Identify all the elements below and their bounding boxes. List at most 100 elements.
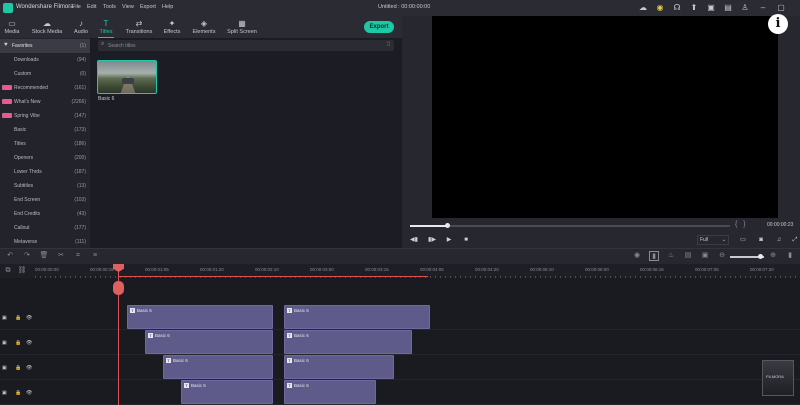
preview-quality-select[interactable]: Full ⌄	[697, 235, 729, 245]
sidebar-item-favorites[interactable]: ♥ Favorites (1)	[0, 39, 90, 53]
tab-stock-media[interactable]: ☁ Stock Media	[30, 16, 64, 38]
redo-icon[interactable]: ↷	[22, 251, 32, 261]
play-icon[interactable]: ▶	[445, 236, 453, 244]
share-icon[interactable]: ⬆	[689, 3, 699, 13]
tab-transitions[interactable]: ⇄ Transitions	[124, 16, 154, 38]
title-clip[interactable]: T Basic 6	[284, 355, 394, 379]
lock-icon[interactable]: 🔒	[15, 390, 21, 396]
minimize-icon[interactable]: –	[758, 3, 768, 13]
sidebar-item-basic[interactable]: Basic (173)	[0, 123, 90, 137]
sidebar-item-metaverse[interactable]: Metaverse (111)	[0, 235, 90, 249]
maximize-icon[interactable]: ▢	[776, 3, 786, 13]
eye-icon[interactable]: 👁	[26, 340, 32, 346]
undo-icon[interactable]: ↶	[5, 251, 15, 261]
lock-icon[interactable]: 🔒	[15, 340, 21, 346]
save-icon[interactable]: ▣	[706, 3, 716, 13]
sidebar-item-label: Custom	[14, 71, 32, 77]
notification-icon[interactable]: ▤	[723, 3, 733, 13]
eye-icon[interactable]: 👁	[26, 390, 32, 396]
fullscreen-icon[interactable]: ⤢	[791, 236, 799, 244]
sidebar-item-recommended[interactable]: Recommended (161)	[0, 81, 90, 95]
delete-icon[interactable]: 🗑	[39, 251, 49, 261]
menu-edit[interactable]: Edit	[87, 4, 96, 10]
ruler-tick-label: 00:00:03:15	[365, 267, 389, 272]
clip-label: T Basic 6	[287, 308, 309, 314]
user-icon[interactable]: ♙	[740, 3, 750, 13]
text-t-icon: T	[148, 333, 153, 339]
headset-icon[interactable]: ☊	[672, 3, 682, 13]
adjust-icon[interactable]: ≡	[90, 251, 100, 261]
previous-frame-icon[interactable]: ◀▮	[410, 236, 418, 244]
clip-label-text: Basic 6	[294, 358, 309, 363]
sidebar-item-downloads[interactable]: Downloads (94)	[0, 53, 90, 67]
search-input[interactable]: ⌕ Search titles	[98, 40, 394, 51]
lock-icon[interactable]: 🔒	[15, 365, 21, 371]
eye-icon[interactable]: 👁	[26, 365, 32, 371]
menu-help[interactable]: Help	[162, 4, 173, 10]
mark-in-out-icon[interactable]: { }	[735, 221, 746, 228]
zoom-slider-handle[interactable]	[758, 254, 763, 259]
microphone-icon[interactable]: ♨	[666, 251, 676, 261]
sidebar-item-openers[interactable]: Openers (200)	[0, 151, 90, 165]
add-track-icon[interactable]: ⧉	[3, 266, 13, 276]
info-icon[interactable]: i	[768, 14, 788, 34]
cloud-sync-icon[interactable]: ☁	[638, 3, 648, 13]
zoom-in-icon[interactable]: ⊕	[768, 251, 778, 261]
sidebar-item-label: Basic	[14, 127, 27, 133]
tab-media[interactable]: ▭ Media	[2, 16, 22, 38]
playhead-handle[interactable]	[113, 281, 124, 295]
tab-effects[interactable]: ✦ Effects	[161, 16, 183, 38]
panel-layout-icon[interactable]: ▮	[785, 251, 795, 261]
stop-icon[interactable]: ■	[462, 236, 470, 244]
clip-label: T Basic 6	[130, 308, 152, 314]
render-icon[interactable]: ◉	[632, 251, 642, 261]
lightbulb-icon[interactable]: ◉	[655, 3, 665, 13]
title-clip[interactable]: T Basic 6	[284, 330, 412, 354]
snapshot-icon[interactable]: ◙	[757, 236, 765, 244]
sidebar-item-count: (187)	[74, 169, 86, 175]
tab-split-screen[interactable]: ▦ Split Screen	[225, 16, 259, 38]
tab-audio[interactable]: ♪ Audio	[72, 16, 90, 38]
sidebar-item-custom[interactable]: Custom (0)	[0, 67, 90, 81]
title-clip[interactable]: T Basic 6	[181, 380, 273, 404]
eye-icon[interactable]: 👁	[26, 315, 32, 321]
lock-icon[interactable]: 🔒	[15, 315, 21, 321]
menu-tools[interactable]: Tools	[103, 4, 116, 10]
link-icon[interactable]: ⛓	[17, 266, 27, 276]
title-clip[interactable]: T Basic 6	[284, 380, 376, 404]
sidebar-item-lower-thirds[interactable]: Lower Thrds (187)	[0, 165, 90, 179]
crop-icon[interactable]: ⌗	[73, 251, 83, 261]
sidebar-item-spring-vibe[interactable]: Spring Vibe (147)	[0, 109, 90, 123]
zoom-out-icon[interactable]: ⊖	[717, 251, 727, 261]
clip-label: T Basic 6	[287, 383, 309, 389]
voiceover-icon[interactable]: ▤	[683, 251, 693, 261]
title-clip[interactable]: T Basic 6	[163, 355, 273, 379]
play-back-icon[interactable]: ▮▶	[428, 236, 436, 244]
sidebar-item-whats-new[interactable]: What's New (2266)	[0, 95, 90, 109]
sidebar-item-end-credits[interactable]: End Credits (43)	[0, 207, 90, 221]
sidebar-item-titles[interactable]: Titles (186)	[0, 137, 90, 151]
sidebar-item-subtitles[interactable]: Subtitles (13)	[0, 179, 90, 193]
search-icon: ⌕	[101, 41, 105, 47]
menu-file[interactable]: File	[72, 4, 81, 10]
volume-icon[interactable]: ♫	[775, 236, 783, 244]
tab-titles[interactable]: T Titles	[96, 16, 116, 38]
monitor-icon[interactable]: ▭	[739, 236, 747, 244]
sidebar-item-callout[interactable]: Callout (177)	[0, 221, 90, 235]
preview-scrubber-handle[interactable]	[445, 223, 450, 228]
title-thumbnail[interactable]	[97, 60, 157, 94]
menu-export[interactable]: Export	[140, 4, 156, 10]
mark-icon[interactable]: ▮	[649, 251, 659, 261]
export-button[interactable]: Export	[364, 21, 394, 33]
title-clip[interactable]: T Basic 6	[127, 305, 273, 329]
menu-view[interactable]: View	[122, 4, 134, 10]
track-header: ▣ 🔒 👁	[0, 305, 35, 330]
preview-scrubber[interactable]	[410, 225, 730, 227]
title-clip[interactable]: T Basic 6	[145, 330, 273, 354]
grid-view-icon[interactable]: ⁞⁞	[387, 42, 390, 48]
snap-icon[interactable]: ▣	[700, 251, 710, 261]
sidebar-item-end-screen[interactable]: End Screen (103)	[0, 193, 90, 207]
title-clip[interactable]: T Basic 6	[284, 305, 430, 329]
tab-elements[interactable]: ◈ Elements	[190, 16, 218, 38]
cut-icon[interactable]: ✂	[56, 251, 66, 261]
